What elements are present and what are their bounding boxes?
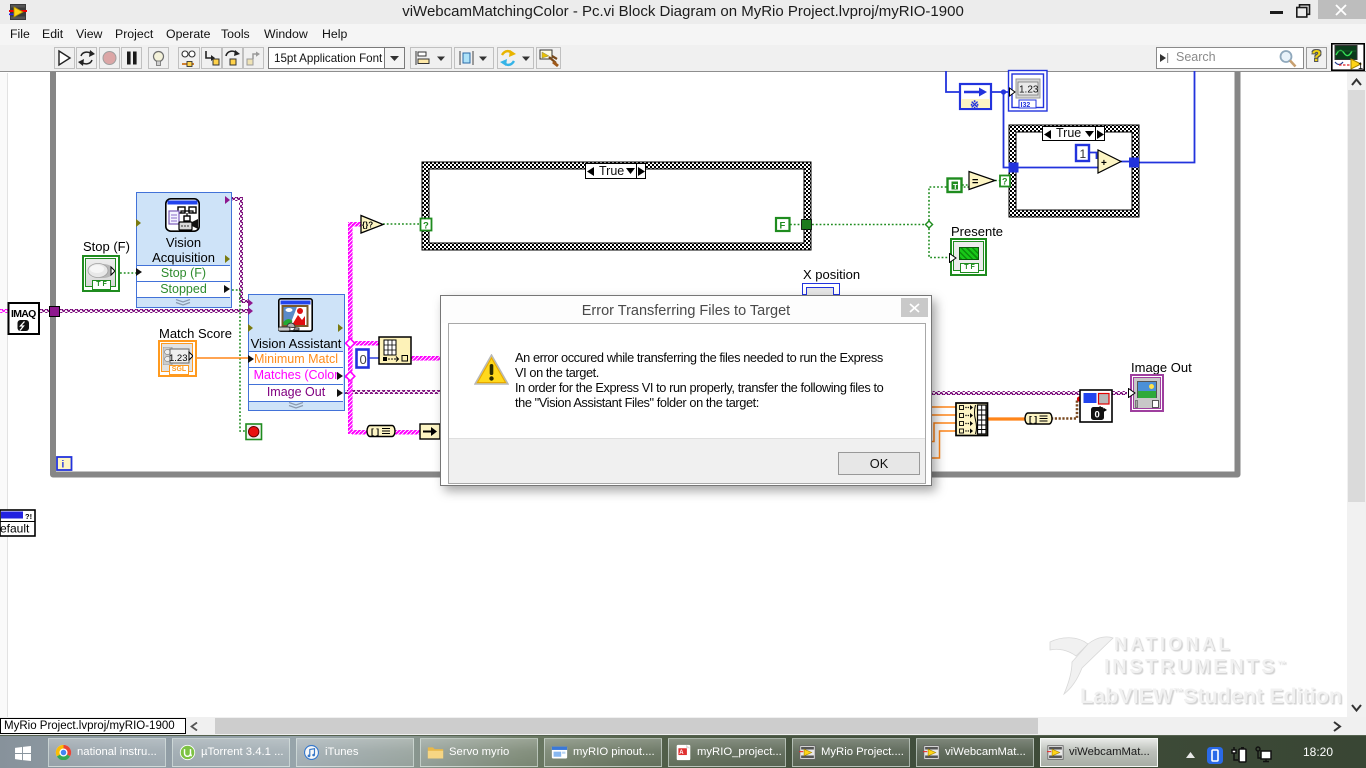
- svg-text:1: 1: [1358, 61, 1363, 71]
- svg-text:A: A: [679, 750, 684, 756]
- svg-text:15pt Application Font: 15pt Application Font: [274, 52, 383, 65]
